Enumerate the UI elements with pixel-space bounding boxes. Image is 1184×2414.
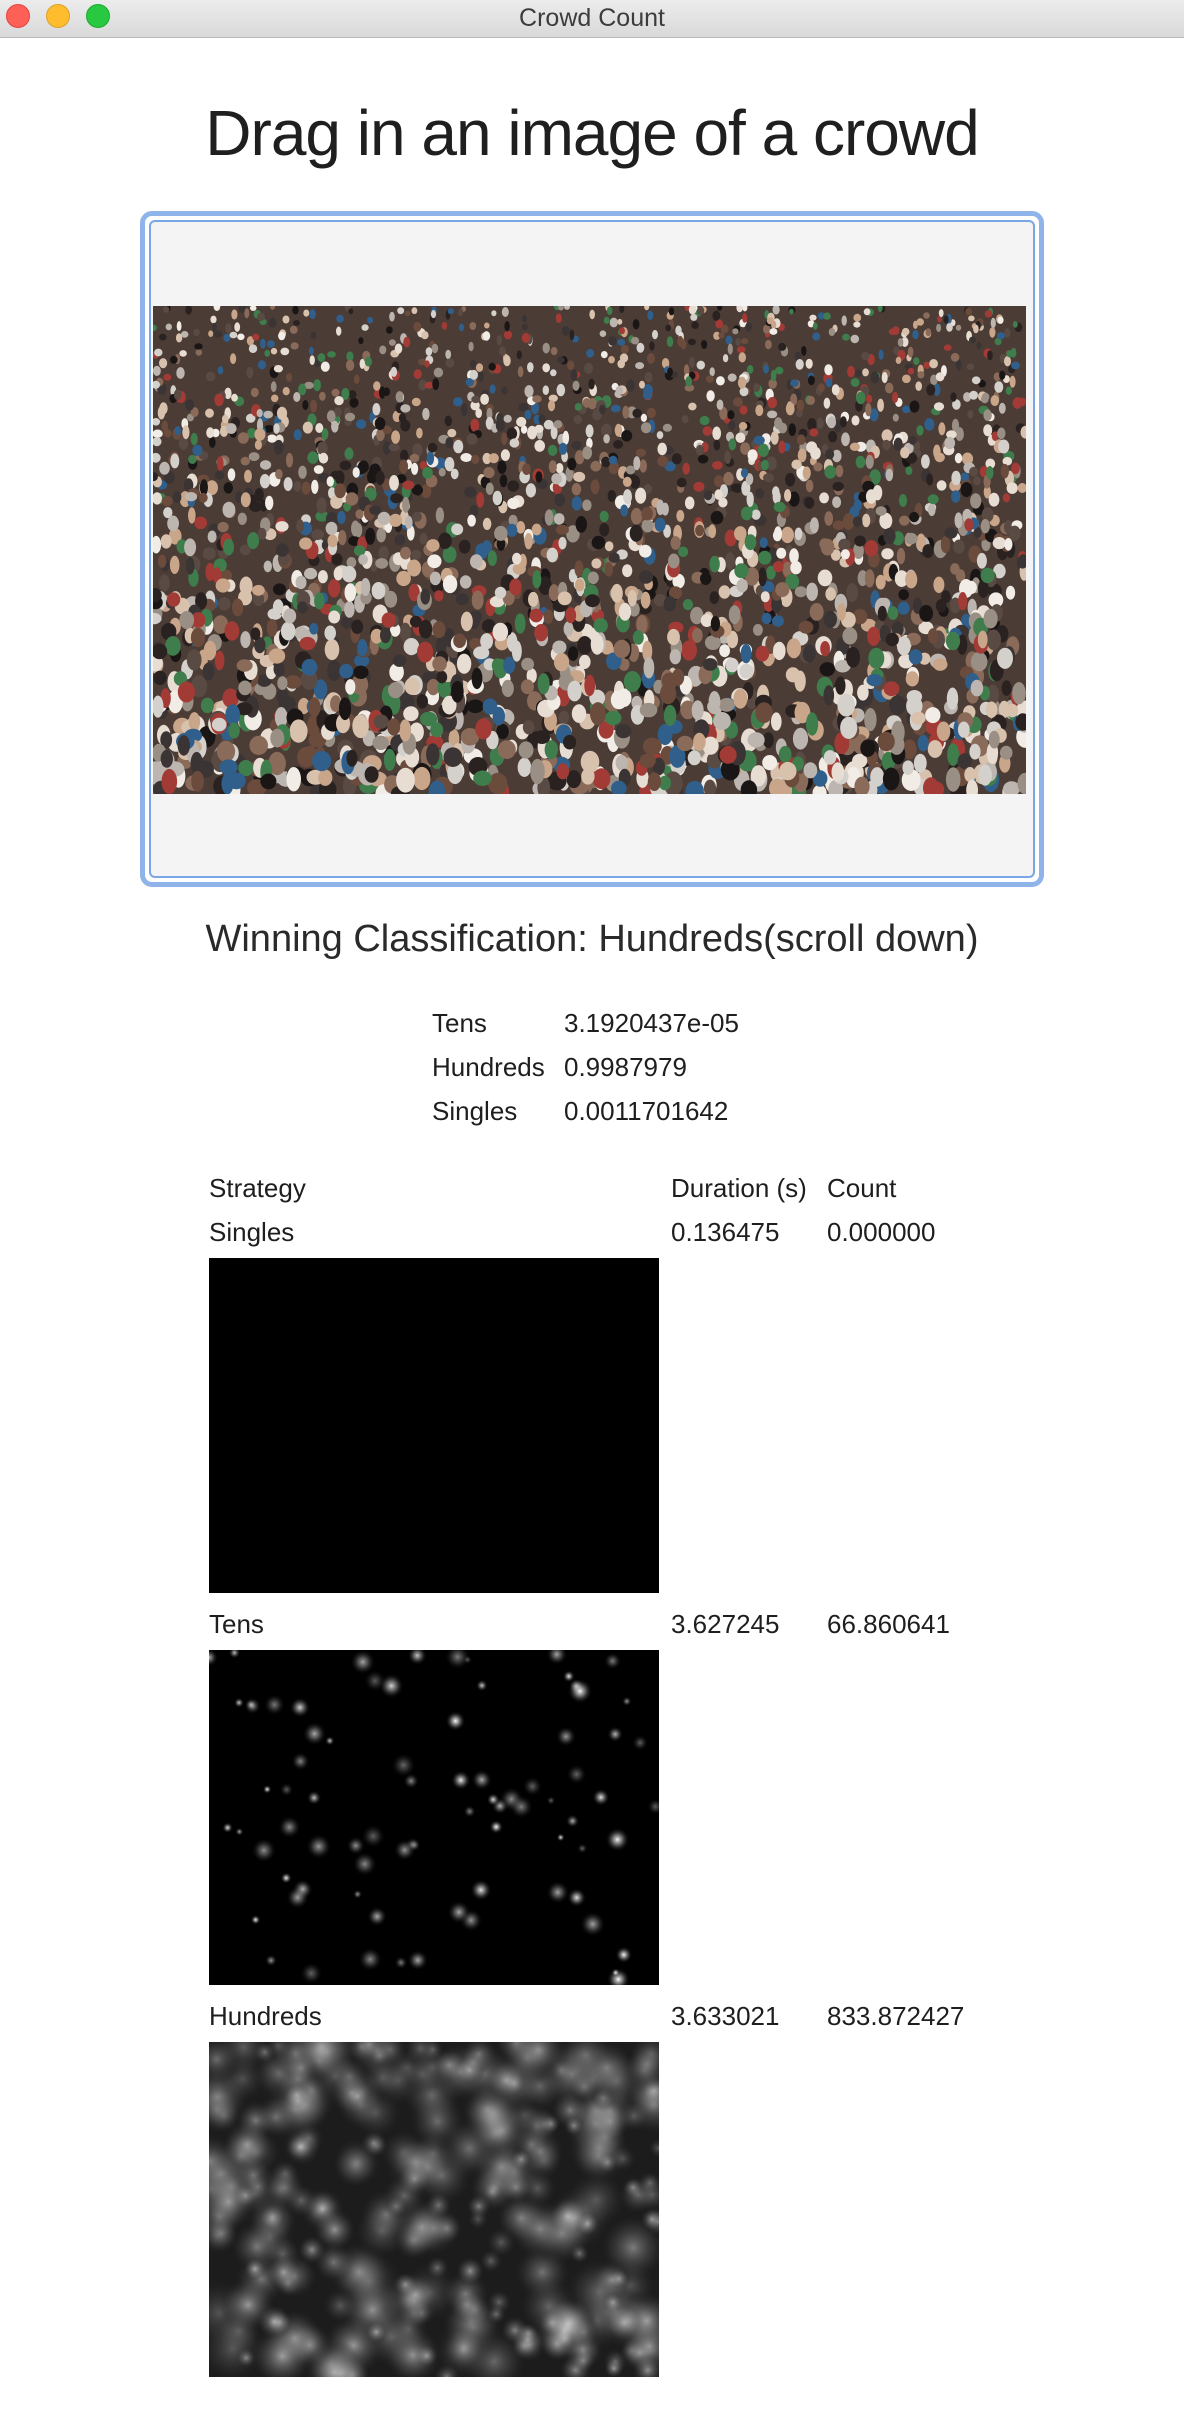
count-value: 0.000000 (827, 1217, 936, 1247)
count-column-header: Count (827, 1173, 897, 1203)
duration-value: 3.633021 (671, 2001, 780, 2031)
probability-value: 3.1920437e-05 (564, 1008, 739, 1038)
window-title: Crowd Count (519, 4, 665, 32)
hundreds-density-map (209, 2042, 659, 2377)
probability-value: 0.0011701642 (564, 1096, 729, 1126)
tens-density-graphic (209, 1650, 659, 1985)
singles-density-map (209, 1258, 659, 1593)
strategy-name: Hundreds (209, 2001, 322, 2031)
duration-column-header: Duration (s) (671, 1173, 807, 1203)
winning-classification: Winning Classification: Hundreds(scroll … (205, 918, 979, 960)
title-bar[interactable]: Crowd Count (0, 0, 1184, 38)
probability-label: Singles (432, 1096, 518, 1126)
app-window: Crowd Count Drag in an image of a crowd … (0, 0, 1184, 2414)
duration-value: 0.136475 (671, 1217, 780, 1247)
hundreds-density-graphic (209, 2042, 659, 2377)
count-value: 833.872427 (827, 2001, 965, 2031)
probability-value: 0.9987979 (564, 1052, 687, 1082)
strategy-name: Singles (209, 1217, 295, 1247)
page-headline: Drag in an image of a crowd (205, 97, 979, 169)
duration-value: 3.627245 (671, 1609, 780, 1639)
count-value: 66.860641 (827, 1609, 950, 1639)
strategy-name: Tens (209, 1609, 264, 1639)
crowd-photo-graphic (153, 306, 1026, 794)
tens-density-map (209, 1650, 659, 1985)
strategy-column-header: Strategy (209, 1173, 306, 1203)
probability-label: Hundreds (432, 1052, 545, 1082)
crowd-image (153, 306, 1026, 794)
probability-label: Tens (432, 1008, 487, 1038)
